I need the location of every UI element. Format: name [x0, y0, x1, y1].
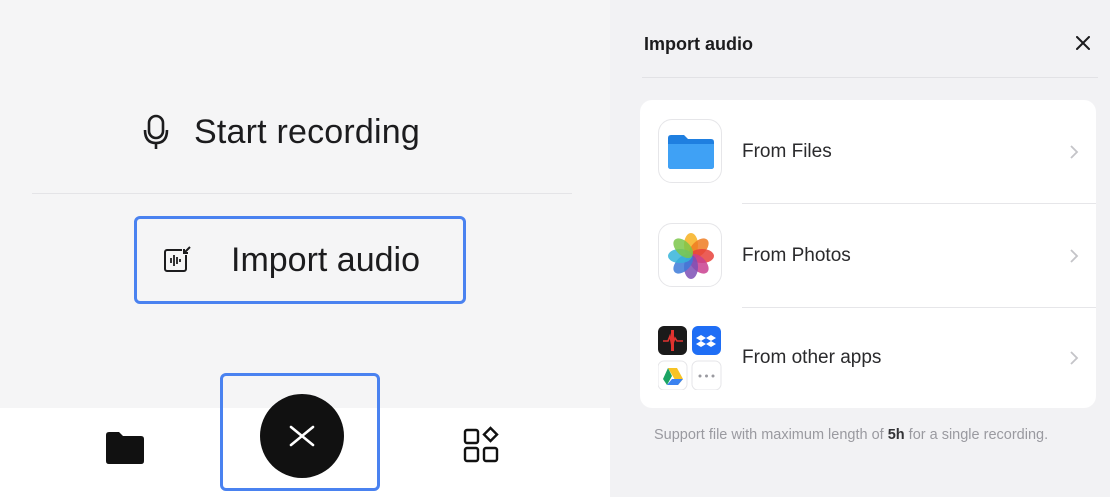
start-recording-label: Start recording [194, 112, 420, 151]
support-note: Support file with maximum length of 5h f… [654, 424, 1094, 446]
close-menu-button[interactable] [260, 394, 344, 478]
recording-pane: Start recording Import audio [0, 0, 610, 497]
microphone-icon [140, 112, 172, 152]
folder-button[interactable] [104, 430, 146, 466]
import-audio-label: Import audio [231, 240, 420, 279]
panel-header: Import audio [642, 0, 1098, 78]
photos-app-icon [658, 223, 722, 287]
import-options-list: From Files From Photos From other apps [640, 100, 1096, 408]
apps-button[interactable] [462, 426, 502, 466]
option-from-files[interactable]: From Files [640, 100, 1096, 203]
option-label: From Photos [742, 244, 851, 266]
menu-divider [32, 193, 572, 194]
panel-title: Import audio [644, 34, 753, 54]
files-app-icon [658, 119, 722, 183]
close-icon [1076, 36, 1090, 50]
option-label: From Files [742, 140, 832, 162]
folder-icon [106, 432, 144, 464]
option-label: From other apps [742, 346, 882, 368]
chevron-right-icon [1068, 143, 1080, 161]
max-length-value: 5h [887, 427, 905, 443]
import-audio-button[interactable]: Import audio [134, 216, 466, 304]
option-from-other-apps[interactable]: From other apps [640, 306, 1096, 408]
note-suffix: for a single recording. [904, 427, 1049, 443]
start-recording-button[interactable]: Start recording [140, 108, 420, 156]
import-audio-icon [161, 243, 195, 277]
option-from-photos[interactable]: From Photos [640, 204, 1096, 307]
note-prefix: Support file with maximum length of [654, 427, 888, 443]
close-icon [289, 425, 315, 447]
apps-grid-icon [463, 426, 499, 463]
chevron-right-icon [1068, 247, 1080, 265]
import-audio-panel: Import audio From Files From Photos From… [610, 0, 1110, 497]
recording-menu [0, 0, 610, 408]
other-apps-icon [658, 326, 722, 390]
panel-close-button[interactable] [1072, 32, 1094, 54]
chevron-right-icon [1068, 349, 1080, 367]
